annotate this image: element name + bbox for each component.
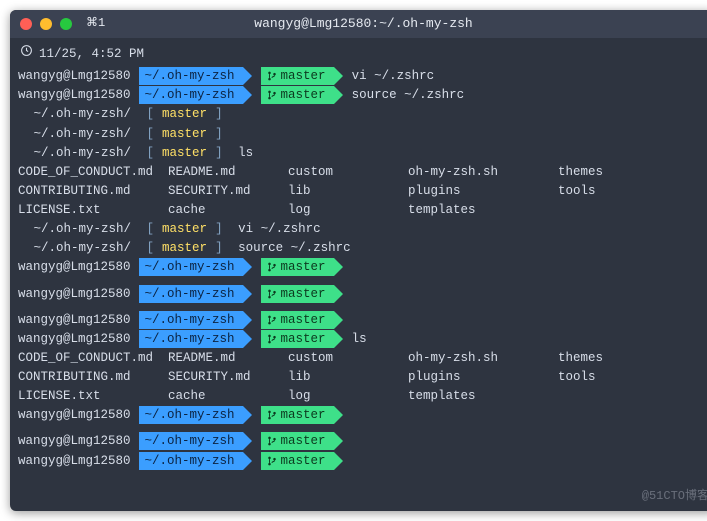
branch-segment: master [261, 406, 334, 424]
host-label: wangyg@Lmg12580 [18, 86, 131, 104]
terminal-body[interactable]: 11/25, 4:52 PM wangyg@Lmg12580 ~/.oh-my-… [10, 38, 707, 479]
path-segment: ~/.oh-my-zsh [139, 86, 243, 104]
clock-icon [20, 44, 33, 63]
command-text: ls [352, 330, 367, 348]
path-segment: ~/.oh-my-zsh [139, 311, 243, 329]
timestamp-row: 11/25, 4:52 PM [20, 44, 707, 63]
tab-hint: ⌘1 [86, 15, 105, 32]
watermark: @51CTO博客 [642, 488, 707, 505]
plain-prompt: ~/.oh-my-zsh/ [master] source ~/.zshrc [18, 239, 707, 257]
command-text: source ~/.zshrc [352, 86, 465, 104]
plain-prompt: ~/.oh-my-zsh/ [master] ls [18, 144, 707, 162]
path-segment: ~/.oh-my-zsh [139, 67, 243, 85]
prompt-line: wangyg@Lmg12580 ~/.oh-my-zsh master [18, 406, 707, 424]
prompt-line: wangyg@Lmg12580 ~/.oh-my-zsh master [18, 285, 707, 303]
host-label: wangyg@Lmg12580 [18, 311, 131, 329]
branch-segment: master [261, 311, 334, 329]
timestamp-text: 11/25, 4:52 PM [39, 45, 144, 63]
path-segment: ~/.oh-my-zsh [139, 330, 243, 348]
branch-segment: master [261, 285, 334, 303]
plain-prompt: ~/.oh-my-zsh/ [master] vi ~/.zshrc [18, 220, 707, 238]
prompt-line: wangyg@Lmg12580 ~/.oh-my-zsh master sour… [18, 86, 707, 104]
ls-row: CONTRIBUTING.mdSECURITY.mdlibpluginstool… [18, 182, 707, 200]
plain-prompt: ~/.oh-my-zsh/ [master] [18, 125, 707, 143]
branch-segment: master [261, 86, 334, 104]
minimize-icon[interactable] [40, 18, 52, 30]
host-label: wangyg@Lmg12580 [18, 406, 131, 424]
prompt-line: wangyg@Lmg12580 ~/.oh-my-zsh master vi ~… [18, 67, 707, 85]
prompt-line: wangyg@Lmg12580 ~/.oh-my-zsh master [18, 432, 707, 450]
path-segment: ~/.oh-my-zsh [139, 432, 243, 450]
ls-row: CODE_OF_CONDUCT.mdREADME.mdcustomoh-my-z… [18, 349, 707, 367]
ls-row: CONTRIBUTING.mdSECURITY.mdlibpluginstool… [18, 368, 707, 386]
prompt-line: wangyg@Lmg12580 ~/.oh-my-zsh master [18, 311, 707, 329]
zoom-icon[interactable] [60, 18, 72, 30]
window-title: wangyg@Lmg12580:~/.oh-my-zsh [10, 15, 707, 34]
branch-segment: master [261, 67, 334, 85]
host-label: wangyg@Lmg12580 [18, 67, 131, 85]
ls-row: LICENSE.txtcachelogtemplates [18, 387, 707, 405]
branch-segment: master [261, 452, 334, 470]
branch-segment: master [261, 330, 334, 348]
host-label: wangyg@Lmg12580 [18, 285, 131, 303]
window-controls [20, 18, 72, 30]
path-segment: ~/.oh-my-zsh [139, 285, 243, 303]
path-segment: ~/.oh-my-zsh [139, 452, 243, 470]
path-segment: ~/.oh-my-zsh [139, 258, 243, 276]
command-text: vi ~/.zshrc [352, 67, 435, 85]
branch-segment: master [261, 432, 334, 450]
ls-row: LICENSE.txtcachelogtemplates [18, 201, 707, 219]
host-label: wangyg@Lmg12580 [18, 258, 131, 276]
command-text: ls [231, 144, 254, 162]
host-label: wangyg@Lmg12580 [18, 452, 131, 470]
prompt-line: wangyg@Lmg12580 ~/.oh-my-zsh master [18, 258, 707, 276]
branch-segment: master [261, 258, 334, 276]
host-label: wangyg@Lmg12580 [18, 432, 131, 450]
host-label: wangyg@Lmg12580 [18, 330, 131, 348]
path-segment: ~/.oh-my-zsh [139, 406, 243, 424]
plain-prompt: ~/.oh-my-zsh/ [master] [18, 105, 707, 123]
command-text: vi ~/.zshrc [231, 220, 321, 238]
ls-row: CODE_OF_CONDUCT.mdREADME.mdcustomoh-my-z… [18, 163, 707, 181]
command-text: source ~/.zshrc [231, 239, 351, 257]
terminal-window: ⌘1 wangyg@Lmg12580:~/.oh-my-zsh 11/25, 4… [10, 10, 707, 511]
titlebar: ⌘1 wangyg@Lmg12580:~/.oh-my-zsh [10, 10, 707, 38]
close-icon[interactable] [20, 18, 32, 30]
prompt-line: wangyg@Lmg12580 ~/.oh-my-zsh master [18, 452, 707, 470]
prompt-line: wangyg@Lmg12580 ~/.oh-my-zsh master ls [18, 330, 707, 348]
